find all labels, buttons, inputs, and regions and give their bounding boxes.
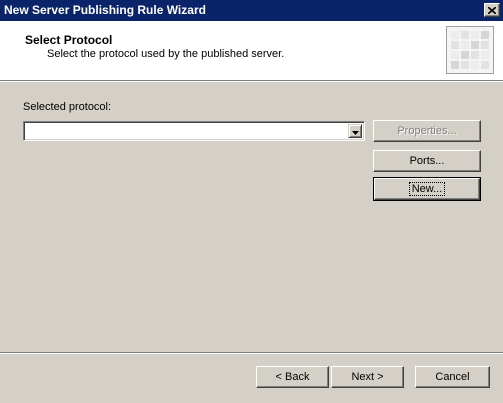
wizard-window: New Server Publishing Rule Wizard Select… [0,0,503,403]
next-button[interactable]: Next > [331,366,404,388]
window-title: New Server Publishing Rule Wizard [4,3,206,17]
dropdown-arrow-button[interactable] [348,124,362,138]
chevron-down-icon [351,124,359,138]
close-button[interactable] [484,3,500,17]
page-title: Select Protocol [25,33,113,47]
close-icon [487,3,497,17]
wizard-header-icon [446,26,494,74]
new-protocol-button[interactable]: New... [373,177,481,201]
properties-button[interactable]: Properties... [373,120,481,142]
cancel-button[interactable]: Cancel [415,366,490,388]
title-bar: New Server Publishing Rule Wizard [0,0,503,21]
wizard-header: Select Protocol Select the protocol used… [0,21,503,80]
page-subtitle: Select the protocol used by the publishe… [47,48,285,60]
selected-protocol-label: Selected protocol: [23,101,112,113]
protocol-dropdown[interactable] [23,121,365,141]
back-button[interactable]: < Back [256,366,329,388]
ports-button[interactable]: Ports... [373,150,481,172]
